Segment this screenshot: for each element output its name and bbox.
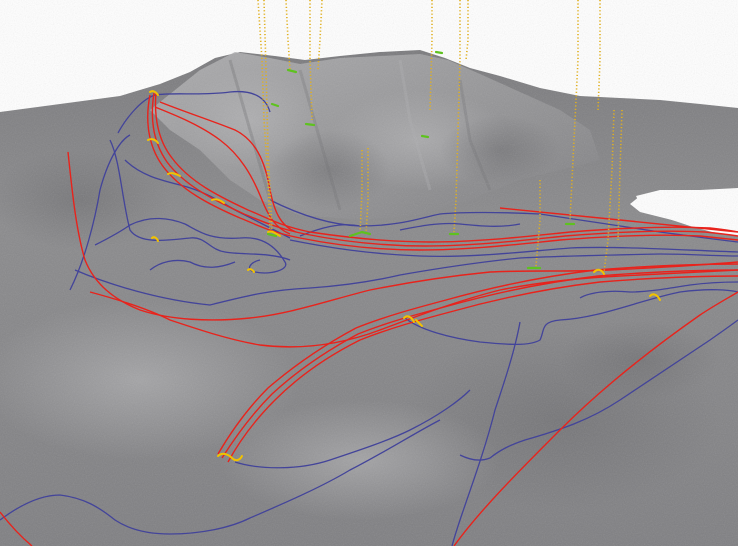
green-marker: [434, 50, 444, 55]
terrain-surface: [0, 0, 738, 546]
green-marker: [420, 134, 430, 139]
terrain-3d-view[interactable]: [0, 0, 738, 546]
green-marker: [304, 122, 316, 127]
